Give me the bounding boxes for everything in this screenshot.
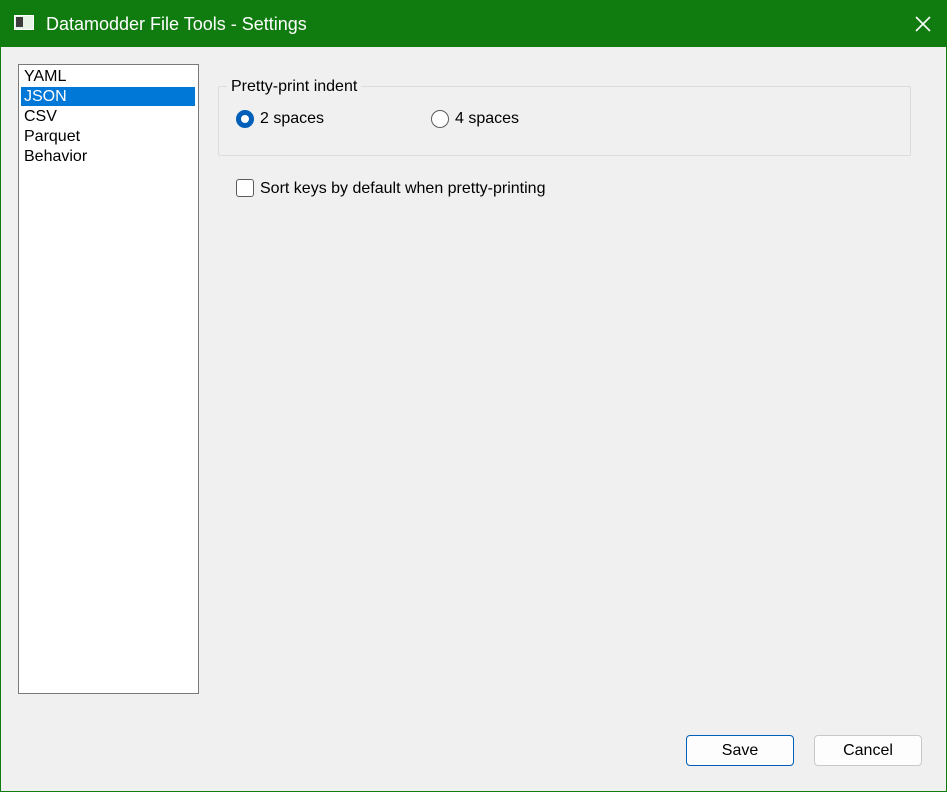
indent-2-spaces-label: 2 spaces [260, 110, 325, 127]
close-button[interactable] [900, 1, 946, 47]
checkbox-unchecked-icon [236, 179, 254, 197]
category-item-csv[interactable]: CSV [21, 107, 195, 126]
category-item-json[interactable]: JSON [21, 87, 195, 106]
window-title: Datamodder File Tools - Settings [46, 14, 307, 34]
title-bar[interactable]: Datamodder File Tools - Settings [1, 1, 946, 47]
indent-4-spaces-label: 4 spaces [455, 110, 520, 127]
app-icon-pane [16, 17, 23, 27]
cancel-button[interactable]: Cancel [814, 735, 922, 766]
indent-group-title: Pretty-print indent [227, 77, 362, 97]
radio-unchecked-icon [431, 110, 449, 128]
close-icon [915, 16, 931, 32]
sort-keys-label: Sort keys by default when pretty-printin… [260, 180, 546, 197]
radio-checked-icon [236, 110, 254, 128]
settings-window: Datamodder File Tools - Settings YAML JS… [0, 0, 947, 792]
category-item-parquet[interactable]: Parquet [21, 127, 195, 146]
save-button[interactable]: Save [686, 735, 794, 766]
category-list[interactable]: YAML JSON CSV Parquet Behavior [18, 64, 199, 694]
category-item-yaml[interactable]: YAML [21, 67, 195, 86]
window-app-icon [14, 15, 34, 30]
category-item-behavior[interactable]: Behavior [21, 147, 195, 166]
